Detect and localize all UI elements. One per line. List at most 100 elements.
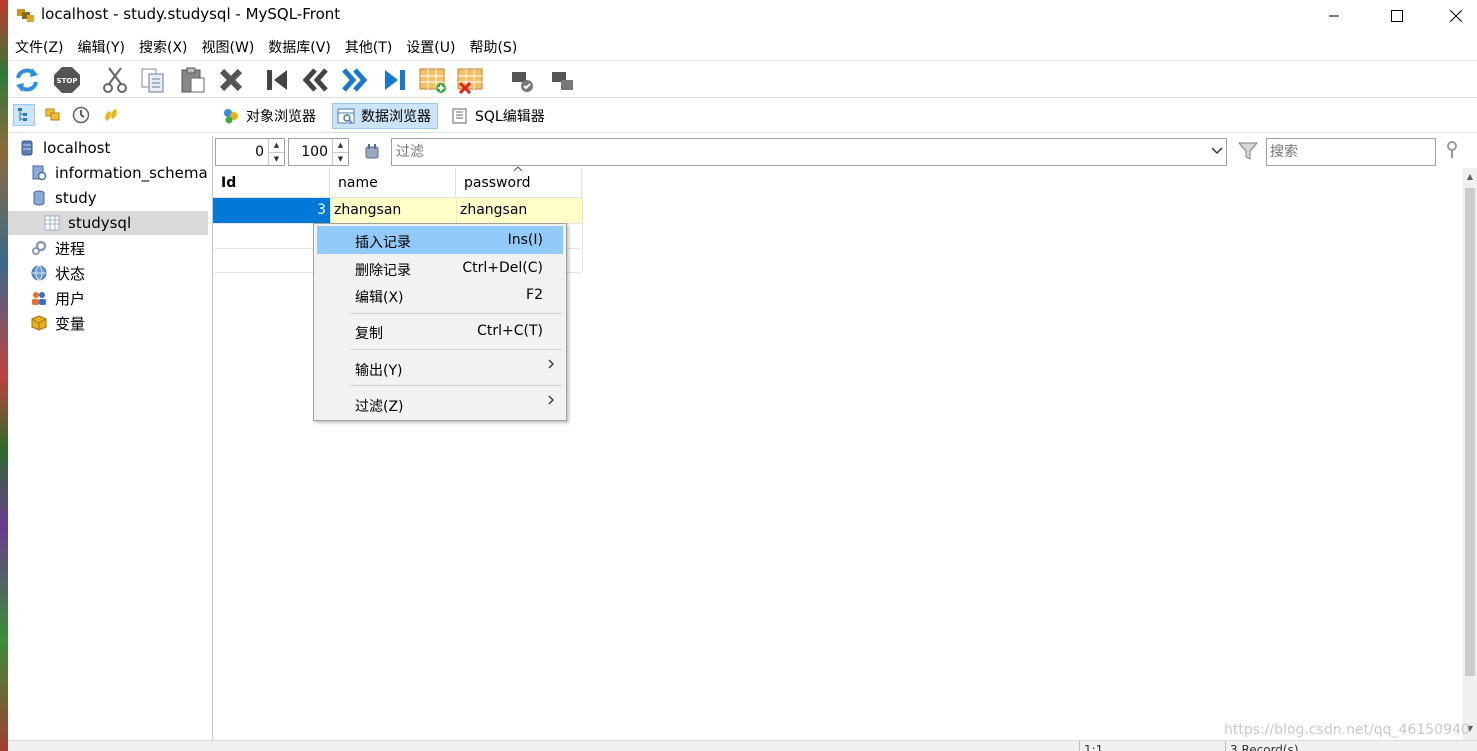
- tree-item-label: localhost: [43, 139, 111, 157]
- next-page-button[interactable]: [340, 65, 370, 95]
- delete-row-button[interactable]: [456, 65, 486, 95]
- menu-help[interactable]: 帮助(S): [462, 34, 524, 58]
- cancel-record-icon: [552, 72, 573, 90]
- post-record-button[interactable]: [508, 65, 538, 95]
- database-tree: localhost information_schema study study…: [8, 136, 213, 740]
- refresh-button[interactable]: [12, 65, 42, 95]
- apply-filter-button[interactable]: [1237, 140, 1259, 162]
- menu-settings[interactable]: 设置(U): [399, 34, 462, 58]
- system-database-icon: [32, 165, 47, 181]
- menu-search[interactable]: 搜索(X): [132, 34, 195, 58]
- context-menu-separator: [350, 313, 562, 314]
- scrollbar-thumb[interactable]: [1465, 188, 1475, 676]
- maximize-button[interactable]: [1368, 0, 1426, 32]
- grid-cell-id[interactable]: 3: [213, 198, 330, 223]
- cut-button[interactable]: [100, 65, 130, 95]
- search-execute-button[interactable]: [1445, 140, 1461, 162]
- tree-item-label: 状态: [55, 264, 86, 283]
- sql-library-toggle-button[interactable]: [100, 104, 122, 126]
- offset-stepper-arrows[interactable]: ▲ ▼: [268, 139, 284, 165]
- insert-row-button[interactable]: [418, 65, 448, 95]
- last-record-button[interactable]: [380, 65, 410, 95]
- limit-down-icon[interactable]: ▼: [333, 151, 348, 166]
- grid-cell-password[interactable]: zhangsan: [456, 198, 582, 223]
- menu-file[interactable]: 文件(Z): [8, 34, 71, 58]
- data-browser-icon: [337, 108, 355, 124]
- grid-cell-name[interactable]: zhangsan: [330, 198, 456, 223]
- table-icon: [44, 215, 60, 231]
- search-box[interactable]: [1266, 138, 1436, 166]
- navigator-toggle-button[interactable]: [13, 104, 35, 126]
- context-menu-filter[interactable]: 过滤(Z): [317, 390, 563, 418]
- first-record-icon: [267, 70, 287, 90]
- history-toggle-button[interactable]: [70, 104, 92, 126]
- status-bar: 1:1 3 Record(s): [8, 740, 1477, 751]
- tree-item-processes[interactable]: 进程: [31, 236, 213, 260]
- close-button[interactable]: [1427, 0, 1477, 32]
- context-menu-edit[interactable]: 编辑(X) F2: [317, 281, 563, 309]
- cancel-record-button[interactable]: [548, 65, 578, 95]
- menu-other[interactable]: 其他(T): [338, 34, 399, 58]
- title-bar: localhost - study.studysql - MySQL-Front: [8, 0, 1477, 32]
- previous-page-button[interactable]: [300, 65, 330, 95]
- delete-icon: [219, 68, 243, 92]
- tab-sql-editor[interactable]: SQL编辑器: [447, 103, 551, 129]
- delete-button[interactable]: [216, 65, 246, 95]
- context-menu-export[interactable]: 输出(Y): [317, 354, 563, 382]
- paste-button[interactable]: [178, 65, 208, 95]
- vertical-scrollbar[interactable]: ▲ ▼: [1463, 168, 1477, 740]
- offset-down-icon[interactable]: ▼: [269, 151, 284, 166]
- bookmarks-icon: [45, 108, 60, 121]
- menu-view[interactable]: 视图(W): [195, 34, 262, 58]
- tree-item-status[interactable]: 状态: [31, 261, 213, 285]
- filter-combobox[interactable]: [391, 138, 1227, 166]
- tree-item-information-schema[interactable]: information_schema: [31, 161, 213, 185]
- tree-item-localhost[interactable]: localhost: [19, 136, 213, 160]
- tab-object-browser[interactable]: 对象浏览器: [218, 103, 322, 129]
- context-menu-insert-record[interactable]: 插入记录 Ins(I): [317, 226, 563, 254]
- scroll-up-icon[interactable]: ▲: [1463, 168, 1477, 184]
- chevron-down-icon[interactable]: [1211, 144, 1223, 159]
- stop-button[interactable]: STOP: [52, 65, 82, 95]
- apply-limit-button[interactable]: [363, 142, 381, 160]
- context-menu-copy[interactable]: 复制 Ctrl+C(T): [317, 317, 563, 345]
- funnel-icon: [1237, 142, 1259, 160]
- refresh-icon: [16, 68, 38, 92]
- first-record-button[interactable]: [262, 65, 292, 95]
- bookmarks-toggle-button[interactable]: [42, 104, 64, 126]
- tree-item-studysql[interactable]: studysql: [8, 211, 208, 235]
- minimize-icon: [1329, 15, 1339, 17]
- offset-stepper[interactable]: ▲ ▼: [215, 138, 285, 166]
- window-title: localhost - study.studysql - MySQL-Front: [41, 5, 341, 23]
- minimize-button[interactable]: [1305, 0, 1363, 32]
- stop-icon: STOP: [54, 67, 80, 93]
- tree-item-users[interactable]: 用户: [31, 286, 213, 310]
- limit-up-icon[interactable]: ▲: [333, 139, 348, 152]
- insert-row-icon: [419, 68, 446, 93]
- tree-item-label: information_schema: [55, 164, 208, 182]
- last-record-icon: [385, 70, 405, 90]
- offset-up-icon[interactable]: ▲: [269, 139, 284, 152]
- tree-item-variables[interactable]: 变量: [31, 311, 213, 335]
- menu-edit[interactable]: 编辑(Y): [71, 34, 132, 58]
- chevron-right-icon: [547, 358, 555, 374]
- menu-database[interactable]: 数据库(V): [261, 34, 338, 58]
- filter-input[interactable]: [392, 139, 1192, 165]
- tab-data-browser[interactable]: 数据浏览器: [332, 103, 438, 129]
- limit-stepper-arrows[interactable]: ▲ ▼: [332, 139, 348, 165]
- copy-button[interactable]: [138, 65, 168, 95]
- column-header-name[interactable]: name: [330, 168, 456, 198]
- users-icon: [32, 292, 46, 305]
- stop-icon-label: STOP: [57, 77, 78, 85]
- status-record-count: 3 Record(s): [1230, 743, 1299, 751]
- next-page-icon: [342, 68, 368, 92]
- column-header-id[interactable]: Id: [213, 168, 330, 198]
- limit-stepper[interactable]: ▲ ▼: [288, 138, 349, 166]
- tree-item-study[interactable]: study: [31, 186, 213, 210]
- context-menu-delete-record[interactable]: 删除记录 Ctrl+Del(C): [317, 254, 563, 282]
- limit-apply-icon: [365, 144, 379, 159]
- search-input[interactable]: [1267, 139, 1435, 165]
- tree-item-label: 进程: [55, 239, 86, 258]
- cut-icon: [103, 67, 127, 93]
- previous-page-icon: [302, 68, 328, 92]
